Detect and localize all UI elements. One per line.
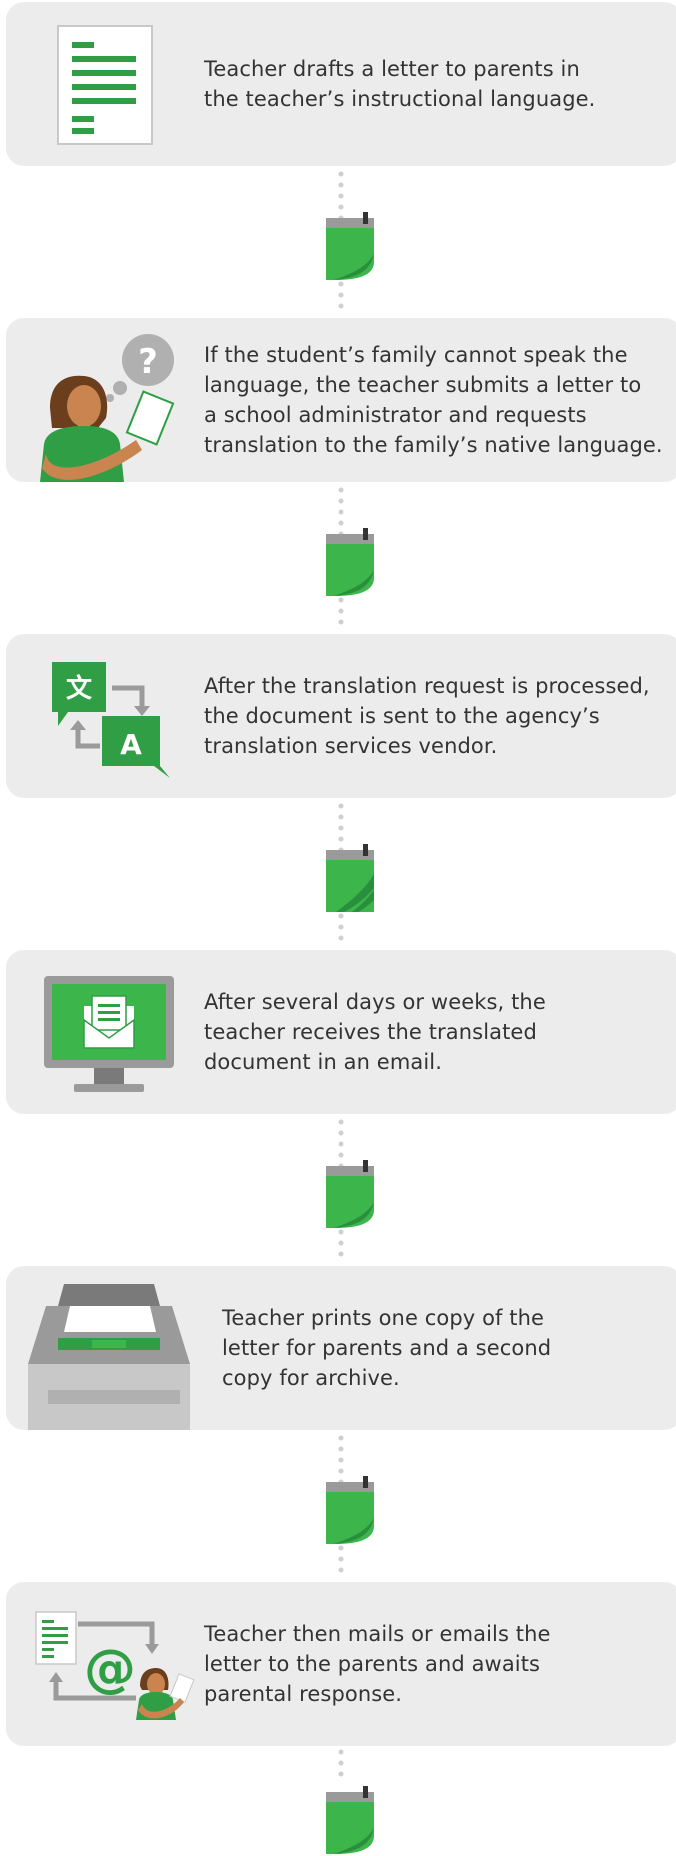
connector [326, 166, 406, 316]
mail-email-icon: @ [35, 1611, 195, 1720]
calendar-page-icon [326, 212, 374, 280]
monitor-email-icon [44, 976, 174, 1092]
step-card-6: @ Teacher then mails or emails the lette… [6, 1582, 676, 1746]
step-card-4: After several days or weeks, the teacher… [6, 950, 676, 1114]
connector [326, 798, 406, 948]
svg-text:A: A [120, 728, 142, 761]
step-text: After the translation request is process… [204, 674, 650, 758]
step-card-2: ? If the student’s family cannot speak t… [6, 318, 676, 482]
calendar-page-icon [326, 528, 374, 596]
svg-text:?: ? [138, 342, 158, 382]
teacher-question-icon: ? [40, 334, 175, 482]
connector [326, 1430, 406, 1580]
step-text: Teacher drafts a letter to parents in th… [204, 57, 596, 111]
step-text: After several days or weeks, the teacher… [204, 990, 546, 1074]
calendar-page-icon [326, 844, 374, 912]
translate-icon: 文 A [52, 662, 170, 778]
step-text: Teacher prints one copy of the letter fo… [222, 1306, 552, 1390]
connector [326, 1114, 406, 1264]
step-card-5: Teacher prints one copy of the letter fo… [6, 1266, 676, 1430]
calendar-page-icon [326, 1476, 374, 1544]
step-text: Teacher then mails or emails the letter … [204, 1622, 551, 1706]
printer-icon [28, 1284, 190, 1430]
step-card-1: Teacher drafts a letter to parents in th… [6, 2, 676, 166]
connector [326, 482, 406, 632]
document-icon [57, 25, 153, 145]
svg-text:@: @ [84, 1639, 136, 1699]
step-text: If the student’s family cannot speak the… [204, 343, 663, 457]
svg-text:文: 文 [66, 673, 93, 704]
calendar-page-icon [326, 1160, 374, 1228]
connector [326, 1746, 406, 1854]
calendar-page-icon [326, 1786, 374, 1854]
step-card-3: 文 A After the translation request is pro… [6, 634, 676, 798]
